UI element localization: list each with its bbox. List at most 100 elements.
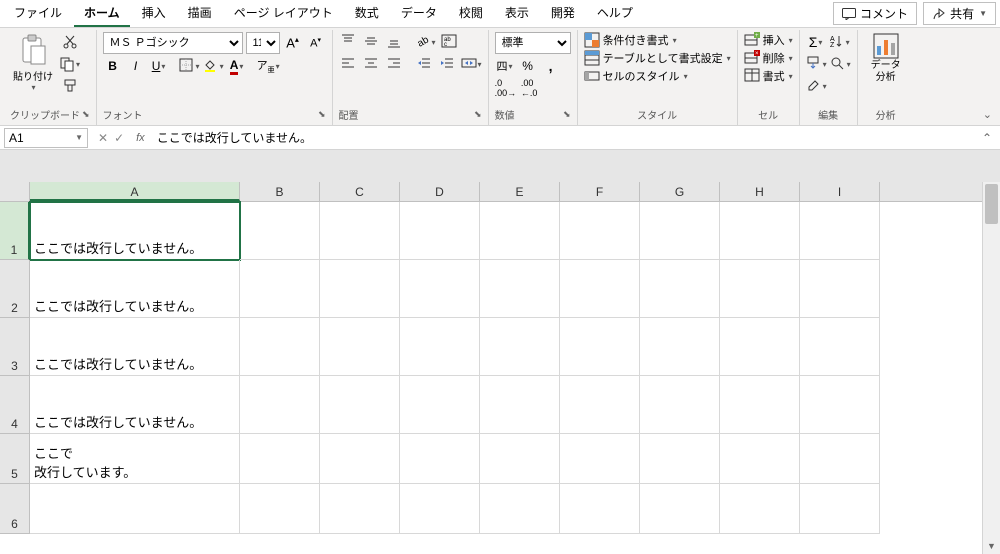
menu-tab-0[interactable]: ファイル xyxy=(4,0,72,27)
align-right-button[interactable] xyxy=(385,54,405,74)
scroll-thumb[interactable] xyxy=(985,184,998,224)
row-header-6[interactable]: 6 xyxy=(0,484,30,534)
format-painter-button[interactable] xyxy=(59,76,80,96)
cell-F2[interactable] xyxy=(560,260,640,318)
cell-E4[interactable] xyxy=(480,376,560,434)
merge-button[interactable]: ▾ xyxy=(461,54,482,74)
column-header-B[interactable]: B xyxy=(240,182,320,201)
cell-E1[interactable] xyxy=(480,202,560,260)
fill-button[interactable]: ▾ xyxy=(806,54,827,74)
cell-E2[interactable] xyxy=(480,260,560,318)
copy-button[interactable]: ▾ xyxy=(59,54,80,74)
comment-button[interactable]: コメント xyxy=(833,2,917,25)
spreadsheet-grid[interactable]: ABCDEFGHI 1ここでは改行していません。2ここでは改行していません。3こ… xyxy=(0,182,982,554)
column-header-A[interactable]: A xyxy=(30,182,240,201)
cell-G5[interactable] xyxy=(640,434,720,484)
cell-H2[interactable] xyxy=(720,260,800,318)
cut-button[interactable] xyxy=(59,32,80,52)
cell-A5[interactable]: ここで 改行しています。 xyxy=(30,434,240,484)
dialog-launcher-icon[interactable]: ⬊ xyxy=(318,109,326,120)
fill-color-button[interactable]: ▾ xyxy=(203,56,224,76)
row-header-5[interactable]: 5 xyxy=(0,434,30,484)
cell-A2[interactable]: ここでは改行していません。 xyxy=(30,260,240,318)
row-header-1[interactable]: 1 xyxy=(0,202,30,260)
sort-filter-button[interactable]: AZ▾ xyxy=(829,32,850,52)
decrease-font-button[interactable]: A▾ xyxy=(306,33,326,53)
cancel-formula-button[interactable]: ✕ xyxy=(98,131,108,145)
increase-indent-button[interactable] xyxy=(438,54,458,74)
scroll-down-button[interactable]: ▼ xyxy=(983,538,1000,554)
percent-button[interactable]: % xyxy=(518,56,538,76)
column-header-D[interactable]: D xyxy=(400,182,480,201)
row-header-3[interactable]: 3 xyxy=(0,318,30,376)
vertical-scrollbar[interactable]: ▲ ▼ xyxy=(982,182,1000,554)
format-as-table-button[interactable]: テーブルとして書式設定▾ xyxy=(584,50,731,66)
cell-E3[interactable] xyxy=(480,318,560,376)
menu-tab-8[interactable]: 表示 xyxy=(495,0,539,27)
wrap-text-button[interactable]: abc xyxy=(439,32,459,52)
orientation-button[interactable]: ab▾ xyxy=(415,32,436,52)
cell-H1[interactable] xyxy=(720,202,800,260)
cell-I6[interactable] xyxy=(800,484,880,534)
comma-button[interactable]: , xyxy=(541,56,561,76)
cell-I2[interactable] xyxy=(800,260,880,318)
column-header-C[interactable]: C xyxy=(320,182,400,201)
cell-D5[interactable] xyxy=(400,434,480,484)
font-color-button[interactable]: A▾ xyxy=(227,56,247,76)
align-center-button[interactable] xyxy=(362,54,382,74)
cell-B3[interactable] xyxy=(240,318,320,376)
data-analysis-button[interactable]: データ 分析 xyxy=(864,32,908,84)
cell-E5[interactable] xyxy=(480,434,560,484)
cell-C2[interactable] xyxy=(320,260,400,318)
expand-formula-bar-button[interactable]: ⌃ xyxy=(974,131,1000,145)
font-name-select[interactable]: ＭＳ Ｐゴシック xyxy=(103,32,243,54)
cell-G1[interactable] xyxy=(640,202,720,260)
cell-F1[interactable] xyxy=(560,202,640,260)
cell-A4[interactable]: ここでは改行していません。 xyxy=(30,376,240,434)
cell-F6[interactable] xyxy=(560,484,640,534)
cell-D3[interactable] xyxy=(400,318,480,376)
cell-D2[interactable] xyxy=(400,260,480,318)
select-all-corner[interactable] xyxy=(0,182,30,202)
cell-B2[interactable] xyxy=(240,260,320,318)
accounting-button[interactable]: 四▾ xyxy=(495,56,515,76)
decrease-indent-button[interactable] xyxy=(415,54,435,74)
menu-tab-6[interactable]: データ xyxy=(391,0,447,27)
autosum-button[interactable]: Σ▾ xyxy=(806,32,826,52)
format-cells-button[interactable]: 書式▾ xyxy=(744,68,793,84)
row-header-2[interactable]: 2 xyxy=(0,260,30,318)
cell-D6[interactable] xyxy=(400,484,480,534)
borders-button[interactable]: ▾ xyxy=(179,56,200,76)
cell-G4[interactable] xyxy=(640,376,720,434)
align-top-button[interactable] xyxy=(339,32,359,52)
cell-I1[interactable] xyxy=(800,202,880,260)
cell-G6[interactable] xyxy=(640,484,720,534)
cell-D4[interactable] xyxy=(400,376,480,434)
menu-tab-7[interactable]: 校閲 xyxy=(449,0,493,27)
cell-E6[interactable] xyxy=(480,484,560,534)
cell-A1[interactable]: ここでは改行していません。 xyxy=(30,202,240,260)
menu-tab-1[interactable]: ホーム xyxy=(74,0,130,27)
cell-B5[interactable] xyxy=(240,434,320,484)
dialog-launcher-icon[interactable]: ⬊ xyxy=(474,109,482,120)
dialog-launcher-icon[interactable]: ⬊ xyxy=(563,109,571,120)
cell-G3[interactable] xyxy=(640,318,720,376)
collapse-ribbon-button[interactable]: ⌄ xyxy=(983,108,992,121)
increase-decimal-button[interactable]: .0.00→ xyxy=(495,78,517,98)
cell-H4[interactable] xyxy=(720,376,800,434)
column-header-I[interactable]: I xyxy=(800,182,880,201)
conditional-formatting-button[interactable]: 条件付き書式▾ xyxy=(584,32,731,48)
dialog-launcher-icon[interactable]: ⬊ xyxy=(82,109,90,120)
cell-I4[interactable] xyxy=(800,376,880,434)
cell-H6[interactable] xyxy=(720,484,800,534)
align-bottom-button[interactable] xyxy=(385,32,405,52)
cell-B1[interactable] xyxy=(240,202,320,260)
cell-styles-button[interactable]: セルのスタイル▾ xyxy=(584,68,731,84)
font-size-select[interactable]: 11 xyxy=(246,32,280,54)
phonetic-button[interactable]: ア亜▾ xyxy=(257,56,280,76)
clear-button[interactable]: ▾ xyxy=(806,76,827,96)
cell-B4[interactable] xyxy=(240,376,320,434)
column-header-E[interactable]: E xyxy=(480,182,560,201)
italic-button[interactable]: I xyxy=(126,56,146,76)
bold-button[interactable]: B xyxy=(103,56,123,76)
